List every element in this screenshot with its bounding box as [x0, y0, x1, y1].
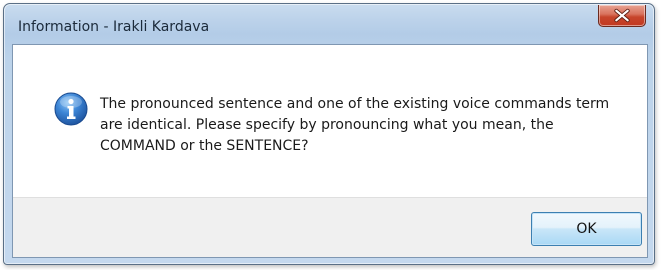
title-bar[interactable]: Information - Irakli Kardava: [4, 4, 654, 44]
info-icon: [54, 92, 88, 126]
dialog-client-area: The pronounced sentence and one of the e…: [12, 44, 648, 258]
ok-button-label: OK: [576, 221, 597, 237]
message-area: The pronounced sentence and one of the e…: [13, 45, 647, 197]
close-icon: [614, 8, 630, 23]
ok-button[interactable]: OK: [531, 212, 642, 246]
message-text: The pronounced sentence and one of the e…: [100, 96, 610, 154]
window-title: Information - Irakli Kardava: [18, 19, 210, 35]
button-bar: OK: [13, 197, 647, 257]
message-box-window: Information - Irakli Kardava The pronoun…: [3, 3, 655, 265]
close-button[interactable]: [598, 5, 646, 27]
